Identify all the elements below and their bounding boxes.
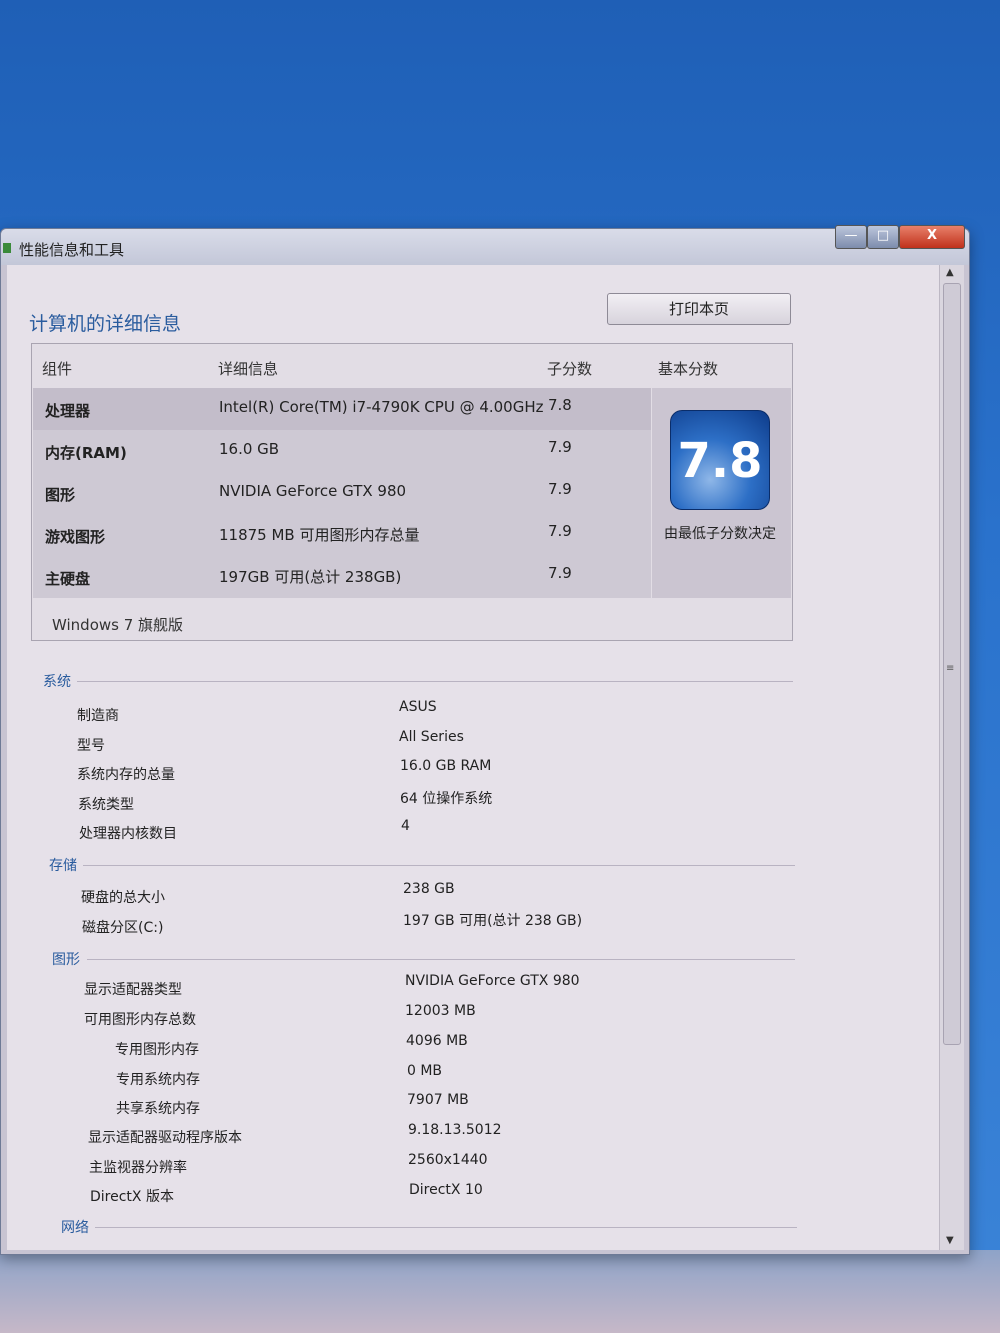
maximize-button[interactable]: □ [867, 225, 899, 249]
system-cores-value: 4 [401, 818, 410, 834]
row-component: 内存(RAM) [45, 444, 127, 462]
graphics-driver-version-label: 显示适配器驱动程序版本 [88, 1130, 242, 1146]
system-type-value: 64 位操作系统 [400, 791, 493, 807]
system-model-value: All Series [399, 729, 464, 745]
row-details: Intel(R) Core(TM) i7-4790K CPU @ 4.00GHz [219, 398, 544, 416]
row-subscore: 7.9 [548, 564, 572, 582]
row-subscore: 7.9 [548, 522, 572, 540]
row-subscore: 7.8 [548, 396, 572, 414]
section-divider [77, 681, 793, 682]
app-icon [3, 243, 11, 253]
row-details: 11875 MB 可用图形内存总量 [219, 526, 420, 544]
graphics-dedicated-system-label: 专用系统内存 [116, 1072, 200, 1088]
section-title-storage: 存储 [49, 858, 77, 874]
system-memory-value: 16.0 GB RAM [400, 758, 492, 774]
graphics-directx-label: DirectX 版本 [90, 1189, 174, 1205]
scroll-down-arrow-icon[interactable]: ▼ [946, 1235, 954, 1246]
row-component: 处理器 [45, 402, 91, 420]
system-model-label: 型号 [77, 738, 105, 754]
row-component: 主硬盘 [45, 570, 91, 588]
section-title-network: 网络 [61, 1220, 89, 1236]
column-header-details: 详细信息 [218, 360, 279, 378]
section-title-system: 系统 [43, 674, 71, 690]
graphics-resolution-value: 2560x1440 [408, 1152, 488, 1168]
score-table: 组件 详细信息 子分数 基本分数 处理器 Intel(R) Core(TM) i… [31, 343, 793, 641]
performance-window: 性能信息和工具 — □ X 计算机的详细信息 打印本页 组件 详细信息 子分数 … [0, 225, 970, 1255]
minimize-button[interactable]: — [835, 225, 867, 249]
system-memory-label: 系统内存的总量 [77, 767, 175, 783]
graphics-driver-version-value: 9.18.13.5012 [408, 1122, 502, 1138]
system-manufacturer-label: 制造商 [77, 708, 119, 724]
section-divider [87, 959, 795, 960]
close-button[interactable]: X [899, 225, 965, 249]
desktop-background [0, 1250, 1000, 1333]
graphics-shared-system-value: 7907 MB [407, 1092, 469, 1108]
score-row-memory: 内存(RAM) 16.0 GB 7.9 [33, 430, 651, 472]
storage-partition-label: 磁盘分区(C:) [82, 920, 164, 936]
score-row-gaming-graphics: 游戏图形 11875 MB 可用图形内存总量 7.9 [33, 514, 651, 556]
system-manufacturer-value: ASUS [399, 699, 437, 715]
vertical-scrollbar[interactable]: ▲ ≡ ▼ [939, 265, 964, 1250]
graphics-adapter-value: NVIDIA GeForce GTX 980 [405, 973, 580, 989]
score-row-graphics: 图形 NVIDIA GeForce GTX 980 7.9 [33, 472, 651, 514]
graphics-dedicated-system-value: 0 MB [407, 1063, 443, 1079]
row-details: 16.0 GB [219, 440, 280, 458]
window-title: 性能信息和工具 [19, 241, 125, 259]
scroll-grip-icon: ≡ [946, 663, 955, 674]
storage-partition-value: 197 GB 可用(总计 238 GB) [403, 913, 583, 929]
graphics-total-memory-label: 可用图形内存总数 [84, 1012, 196, 1028]
column-header-base-score: 基本分数 [658, 360, 719, 378]
base-score-badge: 7.8 [670, 410, 770, 510]
storage-disk-size-label: 硬盘的总大小 [81, 890, 165, 906]
system-type-label: 系统类型 [78, 797, 134, 813]
row-details: NVIDIA GeForce GTX 980 [219, 482, 407, 500]
os-edition: Windows 7 旗舰版 [52, 616, 184, 634]
section-divider [95, 1227, 797, 1228]
base-score-value: 7.8 [677, 433, 763, 489]
score-row-primary-disk: 主硬盘 197GB 可用(总计 238GB) 7.9 [33, 556, 651, 598]
page-title: 计算机的详细信息 [29, 313, 182, 335]
graphics-resolution-label: 主监视器分辨率 [89, 1160, 187, 1176]
column-header-component: 组件 [42, 360, 73, 378]
base-score-note: 由最低子分数决定 [664, 526, 776, 542]
graphics-dedicated-memory-value: 4096 MB [406, 1033, 468, 1049]
scroll-up-arrow-icon[interactable]: ▲ [946, 267, 954, 278]
base-score-panel: 7.8 由最低子分数决定 [652, 388, 791, 598]
graphics-total-memory-value: 12003 MB [405, 1003, 476, 1019]
section-divider [83, 865, 795, 866]
score-row-processor: 处理器 Intel(R) Core(TM) i7-4790K CPU @ 4.0… [33, 388, 651, 430]
graphics-shared-system-label: 共享系统内存 [116, 1101, 200, 1117]
section-title-graphics: 图形 [52, 952, 80, 968]
graphics-dedicated-memory-label: 专用图形内存 [115, 1042, 199, 1058]
title-bar[interactable]: 性能信息和工具 — □ X [1, 225, 969, 265]
row-details: 197GB 可用(总计 238GB) [219, 568, 402, 586]
graphics-adapter-label: 显示适配器类型 [84, 982, 182, 998]
row-subscore: 7.9 [548, 480, 572, 498]
row-component: 游戏图形 [45, 528, 106, 546]
row-subscore: 7.9 [548, 438, 572, 456]
column-header-subscore: 子分数 [547, 360, 593, 378]
system-cores-label: 处理器内核数目 [79, 826, 177, 842]
row-component: 图形 [45, 486, 76, 504]
print-page-button[interactable]: 打印本页 [607, 293, 791, 325]
storage-disk-size-value: 238 GB [403, 881, 455, 897]
graphics-directx-value: DirectX 10 [409, 1182, 483, 1198]
content-area: 计算机的详细信息 打印本页 组件 详细信息 子分数 基本分数 处理器 Intel… [7, 265, 939, 1250]
